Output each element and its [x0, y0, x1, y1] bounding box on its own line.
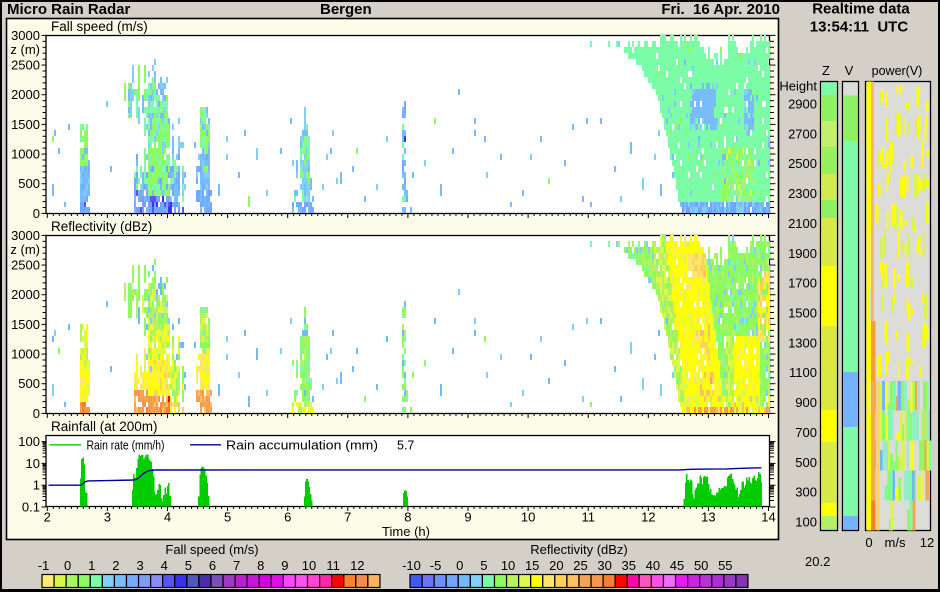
- svg-text:2100: 2100: [788, 216, 817, 231]
- svg-text:0: 0: [33, 206, 40, 221]
- svg-text:Micro Rain Radar: Micro Rain Radar: [7, 1, 131, 18]
- svg-text:55: 55: [718, 558, 732, 573]
- svg-text:4: 4: [164, 510, 171, 525]
- svg-text:0: 0: [865, 535, 872, 550]
- svg-text:8: 8: [257, 558, 264, 573]
- svg-text:2500: 2500: [788, 156, 817, 171]
- svg-text:35: 35: [622, 558, 636, 573]
- svg-text:Z: Z: [822, 63, 830, 78]
- svg-text:13: 13: [701, 510, 715, 525]
- svg-text:Reflectivity (dBz): Reflectivity (dBz): [51, 219, 152, 234]
- svg-text:12: 12: [350, 558, 364, 573]
- svg-text:Realtime data: Realtime data: [812, 1, 910, 18]
- svg-text:500: 500: [18, 176, 40, 191]
- svg-text:2000: 2000: [11, 87, 40, 102]
- svg-text:2500: 2500: [11, 258, 40, 273]
- svg-text:10: 10: [521, 510, 535, 525]
- svg-text:1100: 1100: [789, 365, 817, 380]
- svg-text:1: 1: [33, 478, 40, 493]
- svg-text:2300: 2300: [788, 186, 817, 201]
- svg-text:700: 700: [795, 425, 817, 440]
- svg-text:1500: 1500: [11, 117, 40, 132]
- svg-text:0: 0: [456, 558, 463, 573]
- svg-text:2900: 2900: [788, 97, 817, 112]
- svg-text:m/s: m/s: [885, 535, 906, 550]
- svg-text:0.1: 0.1: [22, 500, 40, 515]
- svg-text:-10: -10: [402, 558, 421, 573]
- svg-text:7: 7: [233, 558, 240, 573]
- svg-text:10: 10: [26, 456, 40, 471]
- svg-text:15: 15: [525, 558, 539, 573]
- svg-text:6: 6: [209, 558, 216, 573]
- svg-text:Height: Height: [779, 79, 817, 94]
- svg-text:3000: 3000: [11, 228, 40, 243]
- svg-text:2: 2: [112, 558, 119, 573]
- svg-text:0: 0: [33, 406, 40, 421]
- svg-text:20: 20: [549, 558, 563, 573]
- svg-text:1: 1: [88, 558, 95, 573]
- svg-text:100: 100: [795, 514, 817, 529]
- svg-text:500: 500: [18, 376, 40, 391]
- svg-text:45: 45: [670, 558, 684, 573]
- svg-text:-1: -1: [38, 558, 50, 573]
- svg-text:z (m): z (m): [10, 242, 40, 257]
- svg-text:2700: 2700: [788, 126, 817, 141]
- svg-text:30: 30: [597, 558, 611, 573]
- svg-text:Rainfall (at 200m): Rainfall (at 200m): [51, 419, 158, 434]
- svg-text:100: 100: [18, 434, 40, 449]
- svg-text:Fri. 16 Apr. 2010: Fri. 16 Apr. 2010: [661, 1, 780, 18]
- svg-text:40: 40: [646, 558, 660, 573]
- svg-text:1500: 1500: [11, 317, 40, 332]
- svg-text:1000: 1000: [11, 347, 40, 362]
- svg-text:Time (h): Time (h): [382, 524, 430, 539]
- svg-text:12: 12: [920, 535, 934, 550]
- svg-text:50: 50: [694, 558, 708, 573]
- svg-text:3000: 3000: [11, 28, 40, 43]
- svg-text:10: 10: [302, 558, 316, 573]
- svg-text:6: 6: [284, 510, 291, 525]
- svg-text:900: 900: [795, 395, 817, 410]
- svg-text:11: 11: [581, 510, 595, 525]
- svg-text:300: 300: [795, 485, 817, 500]
- svg-text:Bergen: Bergen: [320, 1, 372, 18]
- svg-text:7: 7: [344, 510, 351, 525]
- svg-text:-5: -5: [430, 558, 442, 573]
- svg-text:power(V): power(V): [872, 64, 923, 78]
- svg-text:9: 9: [281, 558, 288, 573]
- svg-text:5: 5: [480, 558, 487, 573]
- svg-text:4: 4: [161, 558, 168, 573]
- svg-text:8: 8: [404, 510, 411, 525]
- svg-text:9: 9: [464, 510, 471, 525]
- svg-text:2: 2: [44, 510, 51, 525]
- svg-text:0: 0: [64, 558, 71, 573]
- svg-text:1700: 1700: [788, 276, 817, 291]
- svg-text:5: 5: [185, 558, 192, 573]
- svg-text:2500: 2500: [11, 58, 40, 73]
- svg-text:3: 3: [104, 510, 111, 525]
- svg-text:Reflectivity (dBz): Reflectivity (dBz): [530, 542, 628, 557]
- svg-text:Fall speed (m/s): Fall speed (m/s): [165, 542, 258, 557]
- svg-text:5.7: 5.7: [397, 439, 414, 453]
- svg-text:10: 10: [501, 558, 515, 573]
- svg-text:25: 25: [573, 558, 587, 573]
- svg-text:11: 11: [326, 558, 340, 573]
- svg-text:1000: 1000: [11, 147, 40, 162]
- svg-text:14: 14: [761, 510, 775, 525]
- svg-text:Rain rate (mm/h): Rain rate (mm/h): [87, 439, 165, 453]
- svg-text:1300: 1300: [788, 335, 817, 350]
- svg-text:3: 3: [136, 558, 143, 573]
- svg-text:Fall speed (m/s): Fall speed (m/s): [51, 19, 148, 34]
- svg-text:2000: 2000: [11, 287, 40, 302]
- svg-text:12: 12: [641, 510, 655, 525]
- svg-text:1900: 1900: [788, 246, 817, 261]
- svg-text:13:54:11 UTC: 13:54:11 UTC: [810, 19, 909, 36]
- svg-text:5: 5: [224, 510, 231, 525]
- svg-text:1500: 1500: [788, 305, 817, 320]
- svg-text:z (m): z (m): [10, 42, 40, 57]
- svg-text:V: V: [845, 63, 854, 78]
- svg-text:20.2: 20.2: [805, 554, 830, 569]
- svg-text:Rain accumulation (mm): Rain accumulation (mm): [226, 439, 378, 453]
- svg-text:500: 500: [795, 455, 817, 470]
